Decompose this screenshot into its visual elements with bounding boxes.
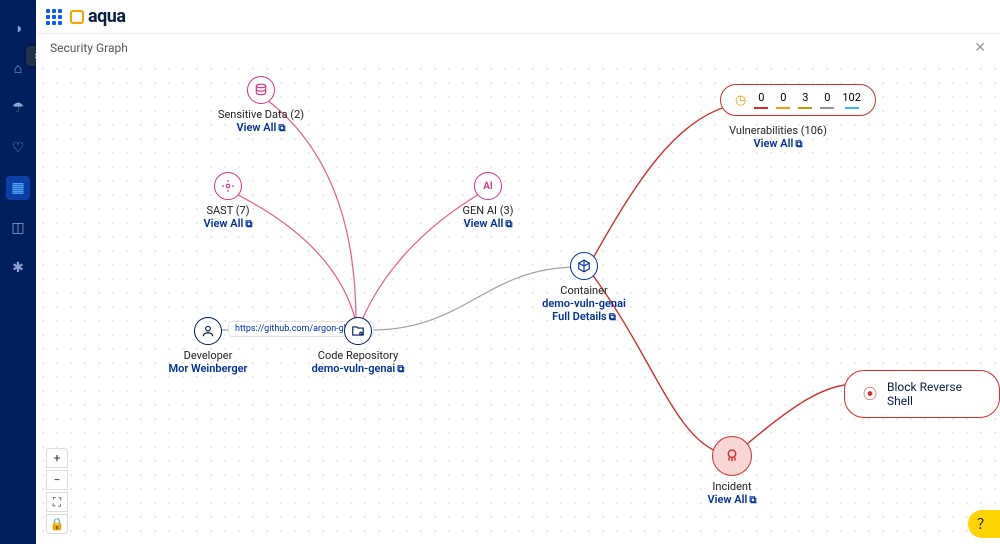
brand-mark-icon xyxy=(70,10,84,24)
sidebar-item-graph[interactable]: ▦ xyxy=(6,176,30,200)
sidebar-item-umbrella[interactable]: ☂ xyxy=(6,96,30,120)
node-title: SAST (7) xyxy=(158,204,298,217)
view-all-link[interactable]: View All⧉ xyxy=(158,217,298,230)
node-title: Incident xyxy=(662,480,802,493)
node-title: Developer xyxy=(138,349,278,362)
database-icon xyxy=(247,76,275,104)
incident-icon xyxy=(712,436,752,476)
action-block-reverse-shell[interactable]: ⦿ Block Reverse Shell xyxy=(844,370,1000,418)
node-gen-ai[interactable]: AI GEN AI (3) View All⧉ xyxy=(418,172,558,230)
left-sidebar: › ◑ ⌂ ☂ ♡ ▦ ◫ ✱ xyxy=(0,0,36,544)
view-all-link[interactable]: View All⧉ xyxy=(418,217,558,230)
help-fab[interactable]: ？ xyxy=(968,510,1000,538)
zoom-controls: + − ⛶ 🔒 xyxy=(46,448,68,534)
lock-button[interactable]: 🔒 xyxy=(46,514,68,534)
external-link-icon: ⧉ xyxy=(609,312,616,323)
target-icon xyxy=(214,172,242,200)
brand-name: aqua xyxy=(88,6,126,27)
person-icon xyxy=(194,317,222,345)
node-title: Vulnerabilities (106) xyxy=(698,124,858,137)
brand-logo[interactable]: aqua xyxy=(70,6,126,27)
external-link-icon: ⧉ xyxy=(795,139,802,150)
action-label: Block Reverse Shell xyxy=(887,380,981,408)
sidebar-item-shield[interactable]: ♡ xyxy=(6,136,30,160)
node-value-link[interactable]: demo-vuln-genai⧉ xyxy=(288,362,428,375)
clock-icon: ◷ xyxy=(735,93,746,108)
node-sensitive-data[interactable]: Sensitive Data (2) View All⧉ xyxy=(191,76,331,134)
node-sast[interactable]: SAST (7) View All⧉ xyxy=(158,172,298,230)
node-title: GEN AI (3) xyxy=(418,204,558,217)
cube-icon xyxy=(570,252,598,280)
sidebar-item-dashboard[interactable]: ◑ xyxy=(6,16,30,40)
zoom-out-button[interactable]: − xyxy=(46,470,68,490)
full-details-link[interactable]: Full Details⧉ xyxy=(514,310,654,323)
external-link-icon: ⧉ xyxy=(278,123,285,134)
node-vulnerabilities: Vulnerabilities (106) View All⧉ xyxy=(698,124,858,150)
zoom-in-button[interactable]: + xyxy=(46,448,68,468)
node-container[interactable]: Container demo-vuln-genai Full Details⧉ xyxy=(514,252,654,323)
repo-icon xyxy=(344,317,372,345)
view-all-link[interactable]: View All⧉ xyxy=(191,121,331,134)
view-all-link[interactable]: View All⧉ xyxy=(698,137,858,150)
node-value: Mor Weinberger xyxy=(138,362,278,375)
node-code-repository[interactable]: Code Repository demo-vuln-genai⧉ xyxy=(288,317,428,375)
node-title: Container xyxy=(514,284,654,297)
breadcrumb[interactable]: Security Graph xyxy=(50,41,128,55)
zoom-fit-button[interactable]: ⛶ xyxy=(46,492,68,512)
node-incident[interactable]: Incident View All⧉ xyxy=(662,436,802,506)
graph-canvas[interactable]: Sensitive Data (2) View All⧉ SAST (7) Vi… xyxy=(36,62,1000,544)
ai-icon: AI xyxy=(474,172,502,200)
app-switcher-icon[interactable] xyxy=(46,9,62,25)
top-bar: aqua xyxy=(36,0,1000,34)
external-link-icon: ⧉ xyxy=(245,219,252,230)
node-title: Sensitive Data (2) xyxy=(191,108,331,121)
close-icon[interactable]: ✕ xyxy=(974,40,986,56)
external-link-icon: ⧉ xyxy=(397,364,404,375)
sidebar-item-settings[interactable]: ✱ xyxy=(6,256,30,280)
node-vulnerabilities-card[interactable]: ◷ 0 0 3 0 102 xyxy=(720,84,876,116)
external-link-icon: ⧉ xyxy=(749,495,756,506)
node-value: demo-vuln-genai xyxy=(514,297,654,310)
node-title: Code Repository xyxy=(288,349,428,362)
sidebar-item-workloads[interactable]: ◫ xyxy=(6,216,30,240)
main-panel: aqua Security Graph ✕ xyxy=(36,0,1000,544)
external-link-icon: ⧉ xyxy=(505,219,512,230)
view-all-link[interactable]: View All⧉ xyxy=(662,493,802,506)
crosshair-icon: ⦿ xyxy=(863,384,877,404)
